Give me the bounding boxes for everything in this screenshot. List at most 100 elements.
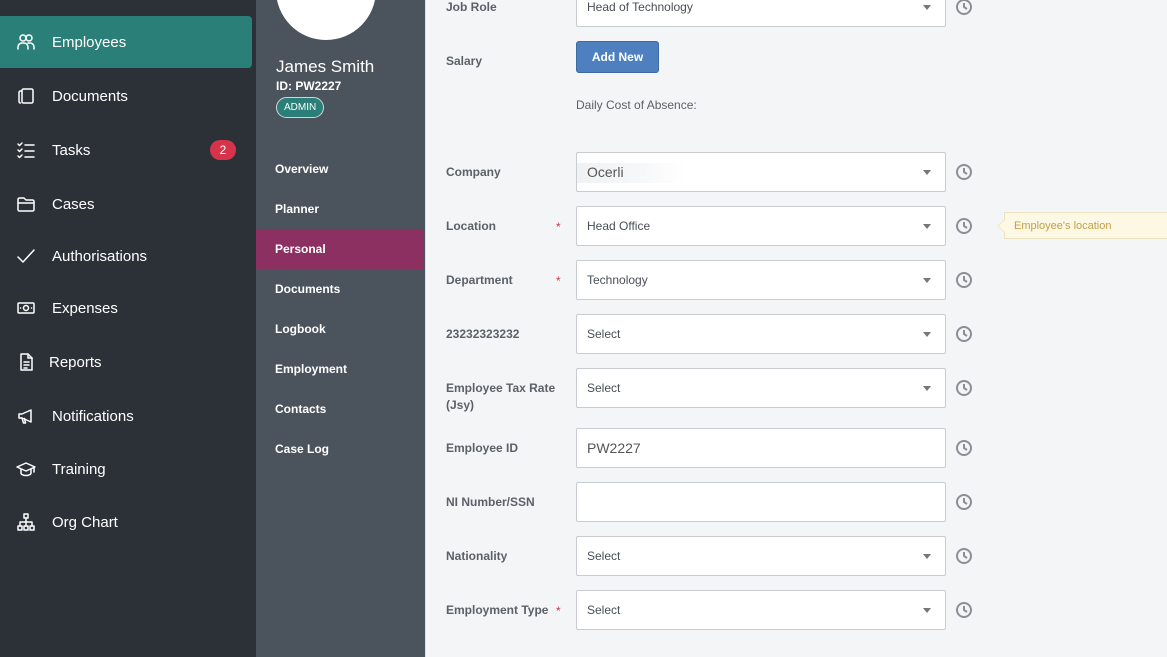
history-icon[interactable]	[955, 493, 973, 511]
nationality-label: Nationality	[446, 549, 508, 563]
employment-type-value: Select	[587, 603, 621, 617]
job-role-select[interactable]: Head of Technology	[576, 0, 946, 27]
sidebar-item-label: Reports	[49, 353, 102, 371]
add-new-salary-button[interactable]: Add New	[576, 41, 659, 73]
salary-label: Salary	[446, 54, 483, 68]
tax-rate-value: Select	[587, 381, 621, 395]
check-icon	[16, 246, 36, 266]
company-select[interactable]: Ocerli	[576, 152, 946, 192]
custom-field-label: 23232323232	[446, 327, 520, 341]
sidebar-item-employees[interactable]: Employees	[0, 16, 252, 68]
department-select[interactable]: Technology	[576, 260, 946, 300]
sidebar-item-label: Training	[52, 460, 106, 478]
chevron-down-icon	[923, 170, 931, 175]
ni-number-label: NI Number/SSN	[446, 495, 535, 509]
tasks-icon	[16, 140, 36, 160]
sidebar-item-label: Tasks	[52, 141, 91, 159]
history-icon[interactable]	[955, 163, 973, 181]
main-sidebar: Employees Documents Tasks 2 Cases Author…	[0, 0, 256, 657]
chevron-down-icon	[923, 332, 931, 337]
tax-rate-select[interactable]: Select	[576, 368, 946, 408]
job-role-label: Job Role	[446, 0, 497, 14]
chevron-down-icon	[923, 278, 931, 283]
sidebar-item-label: Notifications	[52, 407, 134, 425]
sidebar-item-label: Org Chart	[52, 513, 118, 531]
history-icon[interactable]	[955, 379, 973, 397]
org-chart-icon	[16, 512, 36, 532]
location-label: Location	[446, 219, 496, 233]
chevron-down-icon	[923, 554, 931, 559]
required-marker: *	[556, 604, 561, 618]
custom-field-value: Select	[587, 327, 621, 341]
sidebar-item-label: Employees	[52, 33, 127, 51]
company-label: Company	[446, 165, 501, 179]
history-icon[interactable]	[955, 325, 973, 343]
ni-number-input[interactable]	[576, 482, 946, 522]
history-icon[interactable]	[955, 547, 973, 565]
sidebar-item-label: Expenses	[52, 299, 118, 317]
job-role-value: Head of Technology	[587, 0, 693, 14]
tax-rate-label-line1: Employee Tax Rate	[446, 381, 556, 395]
avatar[interactable]	[276, 0, 376, 40]
location-value: Head Office	[587, 219, 651, 233]
history-icon[interactable]	[955, 217, 973, 235]
sidebar-item-label: Authorisations	[52, 247, 148, 265]
profile-panel: James Smith ID: PW2227 ADMIN Overview Pl…	[256, 0, 425, 657]
graduation-cap-icon	[16, 459, 36, 479]
tab-contacts[interactable]: Contacts	[256, 389, 423, 429]
sidebar-item-reports[interactable]: Reports	[0, 336, 252, 388]
company-value: Ocerli	[587, 164, 624, 180]
employment-type-label: Employment Type	[446, 603, 549, 617]
sidebar-item-notifications[interactable]: Notifications	[0, 390, 252, 442]
profile-name: James Smith	[276, 57, 375, 76]
history-icon[interactable]	[955, 601, 973, 619]
employee-id-value: PW2227	[587, 440, 641, 456]
tab-employment[interactable]: Employment	[256, 349, 423, 389]
role-badge: ADMIN	[276, 97, 325, 118]
chevron-down-icon	[923, 608, 931, 613]
employment-type-select[interactable]: Select	[576, 590, 946, 630]
nationality-value: Select	[587, 549, 621, 563]
money-icon	[16, 298, 36, 318]
location-tooltip: Employee's location	[997, 212, 1167, 239]
report-icon	[16, 352, 36, 372]
profile-id: ID: PW2227	[276, 79, 342, 93]
required-marker: *	[556, 274, 561, 288]
tax-rate-label-line2: (Jsy)	[446, 398, 475, 412]
tax-rate-label: Employee Tax Rate (Jsy)	[446, 380, 555, 414]
employee-id-input[interactable]: PW2227	[576, 428, 946, 468]
sidebar-item-org-chart[interactable]: Org Chart	[0, 496, 252, 548]
sidebar-item-training[interactable]: Training	[0, 443, 252, 495]
employee-id-label: Employee ID	[446, 441, 519, 455]
documents-icon	[16, 86, 36, 106]
chevron-down-icon	[923, 224, 931, 229]
tasks-count-badge: 2	[210, 140, 236, 160]
required-marker: *	[556, 220, 561, 234]
daily-cost-of-absence: Daily Cost of Absence:	[576, 98, 697, 112]
history-icon[interactable]	[955, 271, 973, 289]
location-select[interactable]: Head Office	[576, 206, 946, 246]
tab-personal[interactable]: Personal	[256, 229, 423, 269]
sidebar-item-cases[interactable]: Cases	[0, 178, 252, 230]
sidebar-item-authorisations[interactable]: Authorisations	[0, 230, 252, 282]
nationality-select[interactable]: Select	[576, 536, 946, 576]
history-icon[interactable]	[955, 439, 973, 457]
sidebar-item-documents[interactable]: Documents	[0, 70, 252, 122]
sidebar-item-label: Documents	[52, 87, 128, 105]
tab-documents[interactable]: Documents	[256, 269, 423, 309]
people-icon	[16, 32, 36, 52]
sidebar-item-label: Cases	[52, 195, 95, 213]
tab-overview[interactable]: Overview	[256, 149, 423, 189]
megaphone-icon	[16, 406, 36, 426]
history-icon[interactable]	[955, 0, 973, 16]
department-label: Department	[446, 273, 513, 287]
tab-logbook[interactable]: Logbook	[256, 309, 423, 349]
chevron-down-icon	[923, 5, 931, 10]
department-value: Technology	[587, 273, 648, 287]
custom-field-select[interactable]: Select	[576, 314, 946, 354]
sidebar-item-expenses[interactable]: Expenses	[0, 282, 252, 334]
tab-case-log[interactable]: Case Log	[256, 429, 423, 469]
folder-icon	[16, 194, 36, 214]
tab-planner[interactable]: Planner	[256, 189, 423, 229]
chevron-down-icon	[923, 386, 931, 391]
